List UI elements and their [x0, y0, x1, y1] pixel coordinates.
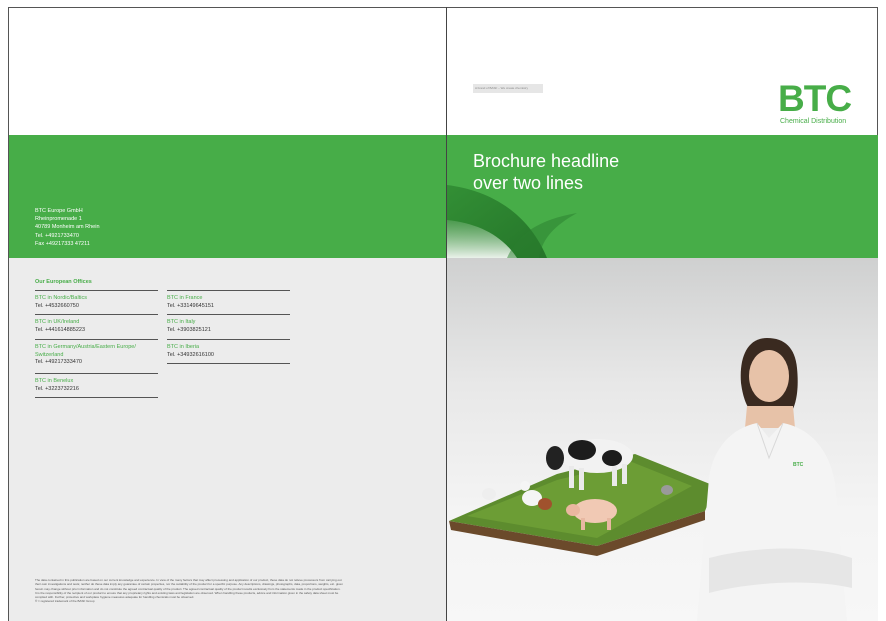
left-grey-panel: [9, 258, 446, 621]
offices-title: Our European Offices: [35, 279, 92, 285]
headline-line-2: over two lines: [473, 173, 584, 193]
office-name: BTC in France: [167, 295, 203, 301]
office-uk-ireland: BTC in UK/Ireland Tel. +441614885223: [35, 314, 158, 334]
office-rule: [167, 339, 290, 340]
office-germany: BTC in Germany/Austria/Eastern Europe/ S…: [35, 339, 158, 367]
office-rule: [167, 314, 290, 315]
office-name: BTC in Italy: [167, 319, 196, 325]
address-fax: Fax +49217333 47211: [35, 240, 90, 247]
office-tel: Tel. +49217333470: [35, 359, 82, 365]
cover-photo: BTC: [447, 258, 878, 621]
disclaimer-line: ® = registered trademark of the BASF Gro…: [35, 599, 95, 604]
office-rule: [35, 373, 158, 374]
office-nordic-baltics: BTC in Nordic/Baltics Tel. +4532660750: [35, 290, 158, 310]
office-tel: Tel. +3223732216: [35, 385, 79, 392]
address-tel: Tel. +4921733470: [35, 232, 79, 239]
headline-line-1: Brochure headline: [473, 151, 620, 171]
office-rule: [35, 339, 158, 340]
brochure-headline: Brochure headline over two lines: [473, 150, 619, 194]
office-italy: BTC in Italy Tel. +3903825121: [167, 314, 290, 334]
office-name: BTC in UK/Ireland: [35, 319, 80, 325]
brochure-spread: BTC Europe GmbH Rheinpromenade 1 40789 M…: [0, 0, 886, 621]
office-tel: Tel. +34932616100: [167, 351, 214, 358]
office-name: BTC in Germany/Austria/Eastern Europe/: [35, 344, 136, 350]
logo-letters: BTC: [778, 78, 852, 119]
office-rule: [35, 314, 158, 315]
address-street: Rheinpromenade 1: [35, 216, 82, 223]
woman-figure: BTC: [697, 338, 852, 621]
photo-illustration: BTC: [449, 338, 852, 621]
office-iberia: BTC in Iberia Tel. +34932616100: [167, 339, 290, 364]
company-address: BTC Europe GmbH Rheinpromenade 1 40789 M…: [35, 207, 100, 248]
shirt-logo: BTC: [793, 462, 804, 468]
office-name: BTC in Nordic/Baltics: [35, 295, 87, 301]
office-tel: Tel. +3903825121: [167, 326, 211, 333]
office-name: BTC in Benelux: [35, 378, 74, 384]
office-rule: [167, 290, 290, 291]
office-rule: [35, 397, 158, 398]
legal-disclaimer: The data contained in this publication a…: [35, 578, 433, 604]
office-tel: Tel. +441614885223: [35, 326, 86, 333]
office-name-line2: Switzerland: [35, 351, 64, 358]
office-benelux: BTC in Benelux Tel. +3223732216: [35, 373, 158, 398]
office-tel: Tel. +33149645151: [167, 302, 214, 309]
basf-brand-tag: A brand of BASF – We create chemistry: [473, 84, 543, 93]
btc-logo: BTC Chemical Distribution: [778, 80, 860, 126]
office-tel: Tel. +4532660750: [35, 302, 79, 309]
address-company: BTC Europe GmbH: [35, 208, 83, 214]
office-name: BTC in Iberia: [167, 344, 200, 350]
logo-subtitle: Chemical Distribution: [780, 118, 847, 125]
office-rule: [35, 290, 158, 291]
office-rule: [167, 363, 290, 364]
page-fold-line: [446, 7, 447, 621]
address-city: 40789 Monheim am Rhein: [35, 224, 100, 231]
office-france: BTC in France Tel. +33149645151: [167, 290, 290, 310]
